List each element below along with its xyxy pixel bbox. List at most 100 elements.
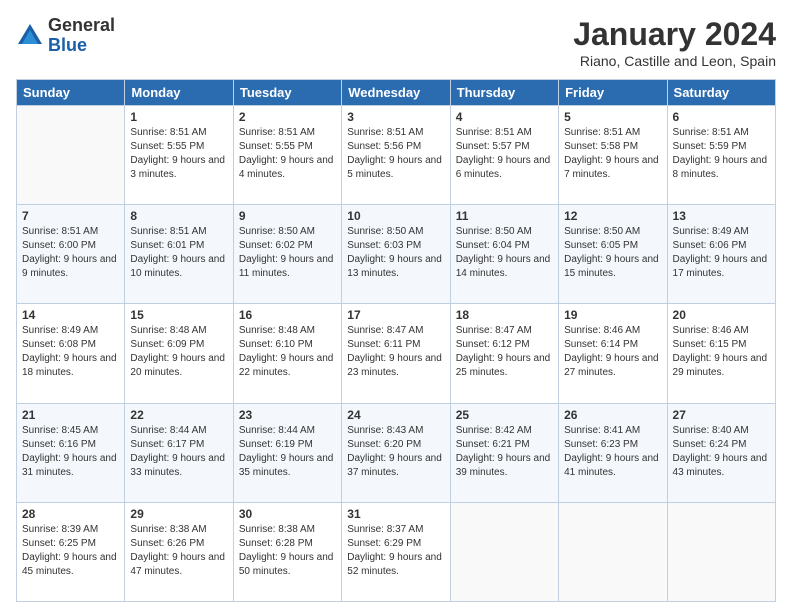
title-block: January 2024 Riano, Castille and Leon, S… — [573, 16, 776, 69]
calendar-week-3: 21 Sunrise: 8:45 AMSunset: 6:16 PMDaylig… — [17, 403, 776, 502]
day-info: Sunrise: 8:38 AMSunset: 6:26 PMDaylight:… — [130, 524, 225, 577]
day-info: Sunrise: 8:48 AMSunset: 6:09 PMDaylight:… — [130, 325, 225, 378]
weekday-row: Sunday Monday Tuesday Wednesday Thursday… — [17, 80, 776, 106]
day-number: 11 — [456, 209, 553, 223]
calendar-cell: 6 Sunrise: 8:51 AMSunset: 5:59 PMDayligh… — [667, 106, 775, 205]
day-info: Sunrise: 8:38 AMSunset: 6:28 PMDaylight:… — [239, 524, 334, 577]
calendar-cell: 4 Sunrise: 8:51 AMSunset: 5:57 PMDayligh… — [450, 106, 558, 205]
day-number: 18 — [456, 308, 553, 322]
logo: General Blue — [16, 16, 115, 56]
calendar-cell: 5 Sunrise: 8:51 AMSunset: 5:58 PMDayligh… — [559, 106, 667, 205]
header: General Blue January 2024 Riano, Castill… — [16, 16, 776, 69]
day-number: 28 — [22, 507, 119, 521]
day-info: Sunrise: 8:50 AMSunset: 6:02 PMDaylight:… — [239, 226, 334, 279]
calendar-cell: 14 Sunrise: 8:49 AMSunset: 6:08 PMDaylig… — [17, 304, 125, 403]
logo-general: General — [48, 16, 115, 36]
day-info: Sunrise: 8:46 AMSunset: 6:15 PMDaylight:… — [673, 325, 768, 378]
main-container: General Blue January 2024 Riano, Castill… — [0, 0, 792, 612]
calendar-cell: 10 Sunrise: 8:50 AMSunset: 6:03 PMDaylig… — [342, 205, 450, 304]
day-info: Sunrise: 8:41 AMSunset: 6:23 PMDaylight:… — [564, 425, 659, 478]
day-number: 9 — [239, 209, 336, 223]
day-info: Sunrise: 8:50 AMSunset: 6:04 PMDaylight:… — [456, 226, 551, 279]
calendar-cell: 19 Sunrise: 8:46 AMSunset: 6:14 PMDaylig… — [559, 304, 667, 403]
calendar-cell — [559, 502, 667, 601]
day-info: Sunrise: 8:48 AMSunset: 6:10 PMDaylight:… — [239, 325, 334, 378]
day-number: 8 — [130, 209, 227, 223]
calendar-week-4: 28 Sunrise: 8:39 AMSunset: 6:25 PMDaylig… — [17, 502, 776, 601]
col-monday: Monday — [125, 80, 233, 106]
calendar-week-2: 14 Sunrise: 8:49 AMSunset: 6:08 PMDaylig… — [17, 304, 776, 403]
calendar-cell: 9 Sunrise: 8:50 AMSunset: 6:02 PMDayligh… — [233, 205, 341, 304]
location-subtitle: Riano, Castille and Leon, Spain — [573, 53, 776, 69]
day-info: Sunrise: 8:47 AMSunset: 6:11 PMDaylight:… — [347, 325, 442, 378]
day-number: 10 — [347, 209, 444, 223]
day-number: 6 — [673, 110, 770, 124]
calendar-body: 1 Sunrise: 8:51 AMSunset: 5:55 PMDayligh… — [17, 106, 776, 602]
calendar-cell: 13 Sunrise: 8:49 AMSunset: 6:06 PMDaylig… — [667, 205, 775, 304]
day-info: Sunrise: 8:51 AMSunset: 5:56 PMDaylight:… — [347, 127, 442, 180]
calendar-week-0: 1 Sunrise: 8:51 AMSunset: 5:55 PMDayligh… — [17, 106, 776, 205]
day-number: 21 — [22, 408, 119, 422]
calendar-cell: 26 Sunrise: 8:41 AMSunset: 6:23 PMDaylig… — [559, 403, 667, 502]
day-info: Sunrise: 8:51 AMSunset: 5:55 PMDaylight:… — [239, 127, 334, 180]
day-number: 14 — [22, 308, 119, 322]
day-info: Sunrise: 8:40 AMSunset: 6:24 PMDaylight:… — [673, 425, 768, 478]
month-title: January 2024 — [573, 16, 776, 53]
col-thursday: Thursday — [450, 80, 558, 106]
col-sunday: Sunday — [17, 80, 125, 106]
day-info: Sunrise: 8:51 AMSunset: 6:00 PMDaylight:… — [22, 226, 117, 279]
calendar-cell: 17 Sunrise: 8:47 AMSunset: 6:11 PMDaylig… — [342, 304, 450, 403]
logo-blue: Blue — [48, 36, 115, 56]
calendar-cell: 12 Sunrise: 8:50 AMSunset: 6:05 PMDaylig… — [559, 205, 667, 304]
day-info: Sunrise: 8:51 AMSunset: 5:58 PMDaylight:… — [564, 127, 659, 180]
day-info: Sunrise: 8:39 AMSunset: 6:25 PMDaylight:… — [22, 524, 117, 577]
calendar-cell: 16 Sunrise: 8:48 AMSunset: 6:10 PMDaylig… — [233, 304, 341, 403]
day-number: 24 — [347, 408, 444, 422]
calendar-cell: 20 Sunrise: 8:46 AMSunset: 6:15 PMDaylig… — [667, 304, 775, 403]
calendar-cell: 21 Sunrise: 8:45 AMSunset: 6:16 PMDaylig… — [17, 403, 125, 502]
calendar-cell: 30 Sunrise: 8:38 AMSunset: 6:28 PMDaylig… — [233, 502, 341, 601]
day-info: Sunrise: 8:50 AMSunset: 6:03 PMDaylight:… — [347, 226, 442, 279]
day-number: 30 — [239, 507, 336, 521]
calendar-cell: 7 Sunrise: 8:51 AMSunset: 6:00 PMDayligh… — [17, 205, 125, 304]
calendar-cell: 3 Sunrise: 8:51 AMSunset: 5:56 PMDayligh… — [342, 106, 450, 205]
calendar-cell: 2 Sunrise: 8:51 AMSunset: 5:55 PMDayligh… — [233, 106, 341, 205]
day-info: Sunrise: 8:45 AMSunset: 6:16 PMDaylight:… — [22, 425, 117, 478]
logo-icon — [16, 22, 44, 50]
calendar-cell — [17, 106, 125, 205]
col-friday: Friday — [559, 80, 667, 106]
day-info: Sunrise: 8:49 AMSunset: 6:08 PMDaylight:… — [22, 325, 117, 378]
calendar-cell: 25 Sunrise: 8:42 AMSunset: 6:21 PMDaylig… — [450, 403, 558, 502]
day-info: Sunrise: 8:51 AMSunset: 6:01 PMDaylight:… — [130, 226, 225, 279]
day-info: Sunrise: 8:42 AMSunset: 6:21 PMDaylight:… — [456, 425, 551, 478]
calendar-cell: 24 Sunrise: 8:43 AMSunset: 6:20 PMDaylig… — [342, 403, 450, 502]
calendar-cell: 1 Sunrise: 8:51 AMSunset: 5:55 PMDayligh… — [125, 106, 233, 205]
day-info: Sunrise: 8:44 AMSunset: 6:17 PMDaylight:… — [130, 425, 225, 478]
day-number: 17 — [347, 308, 444, 322]
day-number: 2 — [239, 110, 336, 124]
day-number: 27 — [673, 408, 770, 422]
day-number: 7 — [22, 209, 119, 223]
day-number: 20 — [673, 308, 770, 322]
calendar-cell: 31 Sunrise: 8:37 AMSunset: 6:29 PMDaylig… — [342, 502, 450, 601]
day-number: 26 — [564, 408, 661, 422]
day-number: 12 — [564, 209, 661, 223]
day-info: Sunrise: 8:37 AMSunset: 6:29 PMDaylight:… — [347, 524, 442, 577]
calendar-table: Sunday Monday Tuesday Wednesday Thursday… — [16, 79, 776, 602]
calendar-cell — [667, 502, 775, 601]
day-info: Sunrise: 8:47 AMSunset: 6:12 PMDaylight:… — [456, 325, 551, 378]
calendar-cell: 28 Sunrise: 8:39 AMSunset: 6:25 PMDaylig… — [17, 502, 125, 601]
day-number: 16 — [239, 308, 336, 322]
day-number: 5 — [564, 110, 661, 124]
day-number: 19 — [564, 308, 661, 322]
day-info: Sunrise: 8:50 AMSunset: 6:05 PMDaylight:… — [564, 226, 659, 279]
calendar-cell — [450, 502, 558, 601]
calendar-cell: 23 Sunrise: 8:44 AMSunset: 6:19 PMDaylig… — [233, 403, 341, 502]
day-info: Sunrise: 8:46 AMSunset: 6:14 PMDaylight:… — [564, 325, 659, 378]
day-info: Sunrise: 8:51 AMSunset: 5:55 PMDaylight:… — [130, 127, 225, 180]
col-saturday: Saturday — [667, 80, 775, 106]
calendar-cell: 8 Sunrise: 8:51 AMSunset: 6:01 PMDayligh… — [125, 205, 233, 304]
day-info: Sunrise: 8:51 AMSunset: 5:57 PMDaylight:… — [456, 127, 551, 180]
calendar-cell: 29 Sunrise: 8:38 AMSunset: 6:26 PMDaylig… — [125, 502, 233, 601]
calendar-cell: 27 Sunrise: 8:40 AMSunset: 6:24 PMDaylig… — [667, 403, 775, 502]
